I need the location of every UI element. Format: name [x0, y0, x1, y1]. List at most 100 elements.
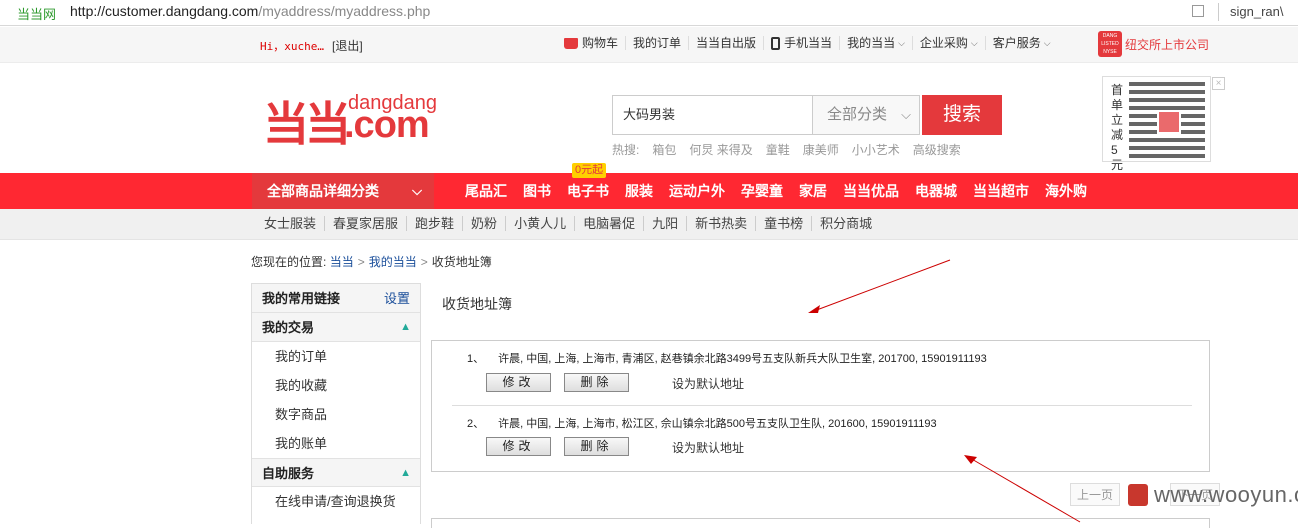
sub-nav-item[interactable]: 跑步鞋 [407, 216, 464, 231]
phone-icon [771, 36, 781, 50]
sub-nav-item[interactable]: 电脑暑促 [575, 216, 645, 231]
close-icon[interactable]: × [1212, 77, 1225, 90]
hot-item[interactable]: 箱包 [652, 141, 676, 158]
nyse-link[interactable]: 纽交所上市公司 [1125, 36, 1209, 53]
cart-link[interactable]: 购物车 [557, 36, 627, 50]
browser-url-bar: 当当网 http://customer.dangdang.com/myaddre… [0, 0, 1298, 26]
nav-item[interactable]: 电器城 [907, 181, 965, 201]
sub-nav-item[interactable]: 女士服装 [256, 216, 326, 231]
nav-item[interactable]: 服装 [617, 181, 661, 201]
cart-icon [564, 37, 578, 49]
delete-button[interactable]: 删除 [564, 437, 629, 456]
page-title: 收货地址簿 [442, 296, 512, 312]
address-detail: 许晨, 中国, 上海, 上海市, 青浦区, 赵巷镇余北路3499号五支队新兵大队… [498, 353, 987, 365]
edit-button[interactable]: 修改 [486, 373, 551, 392]
sub-nav-item[interactable]: 积分商城 [812, 216, 880, 231]
nav-item[interactable]: 当当优品 [835, 181, 907, 201]
nav-item[interactable]: 当当超市 [965, 181, 1037, 201]
logout-link[interactable]: [退出] [332, 37, 363, 54]
nav-item[interactable]: 海外购 [1037, 181, 1095, 201]
top-links: 购物车 我的订单 当当自出版 手机当当 我的当当 ⌵ 企业采购 ⌵ 客户服务 ⌵ [557, 36, 1058, 50]
delete-button[interactable]: 删除 [564, 373, 629, 392]
enterprise-menu[interactable]: 企业采购 ⌵ [913, 36, 986, 50]
chevron-down-icon: ⌵ [970, 38, 978, 48]
address-item: 2、 许晨, 中国, 上海, 上海市, 松江区, 佘山镇佘北路500号五支队卫生队… [432, 405, 1211, 469]
watermark: www.wooyun.org [1128, 482, 1298, 508]
settings-link[interactable]: 设置 [384, 284, 410, 313]
category-label: 全部分类 [827, 106, 888, 123]
all-categories-menu[interactable]: 全部商品详细分类 ⌵ [252, 173, 434, 209]
site-name: 当当网 [17, 7, 57, 22]
hot-item[interactable]: 何炅 来得及 [689, 141, 752, 158]
address-list: 1、 许晨, 中国, 上海, 上海市, 青浦区, 赵巷镇余北路3499号五支队新兵… [431, 340, 1210, 472]
my-orders-link[interactable]: 我的订单 [626, 36, 690, 50]
logo-mark[interactable]: 当当 [263, 88, 351, 154]
sub-nav-item[interactable]: 春夏家居服 [325, 216, 408, 231]
sidebar-section-title: 自助服务 [262, 466, 315, 481]
all-categories-label: 全部商品详细分类 [267, 183, 379, 199]
my-dangdang-label: 我的当当 [847, 36, 896, 50]
cart-label: 购物车 [582, 36, 619, 50]
hot-item[interactable]: 童鞋 [766, 141, 790, 158]
sidebar-item[interactable]: 我的账单 [252, 429, 420, 458]
top-bar: Hi，xuche… [退出] 购物车 我的订单 当当自出版 手机当当 我的当当 ⌵… [0, 27, 1298, 63]
hot-searches: 热搜: 箱包 何炅 来得及 童鞋 康美师 小小艺术 高级搜索 [612, 141, 961, 158]
nav-item[interactable]: 孕婴童 [733, 181, 791, 201]
sidebar-item[interactable]: 我的订单 [252, 342, 420, 371]
my-orders-label: 我的订单 [633, 36, 682, 50]
category-select[interactable]: 全部分类 ⌵ [812, 95, 920, 135]
nav-item[interactable]: 运动户外 [661, 181, 733, 201]
sidebar-section-header[interactable]: 我的交易 ▲ [252, 313, 420, 342]
chevron-up-icon[interactable]: ▲ [400, 313, 411, 342]
self-publish-link[interactable]: 当当自出版 [689, 36, 765, 50]
mobile-label: 手机当当 [784, 36, 833, 50]
sidebar-section-title: 我的交易 [262, 320, 315, 335]
sidebar-item[interactable]: 数字商品 [252, 400, 420, 429]
search-input[interactable]: 大码男装 [612, 95, 812, 135]
hot-item[interactable]: 小小艺术 [852, 141, 900, 158]
app-qr-promo[interactable]: 首单立减5元 [1102, 76, 1211, 172]
watermark-text: www.wooyun.org [1154, 482, 1298, 507]
user-greeting: Hi，xuche… [260, 40, 324, 53]
divider [1218, 3, 1219, 21]
mobile-link[interactable]: 手机当当 [764, 36, 841, 50]
set-default-link[interactable]: 设为默认地址 [672, 439, 744, 456]
chevron-down-icon: ⌵ [898, 38, 905, 48]
address-item: 1、 许晨, 中国, 上海, 上海市, 青浦区, 赵巷镇余北路3499号五支队新兵… [432, 341, 1211, 405]
nav-item[interactable]: 电子书 [559, 181, 617, 201]
breadcrumb: 您现在的位置: 当当 > 我的当当 > 收货地址簿 [251, 253, 492, 270]
browser-user[interactable]: sign_ran\ [1230, 4, 1283, 19]
sidebar-section-header[interactable]: 自助服务 ▲ [252, 458, 420, 487]
address-field[interactable]: http://customer.dangdang.com/myaddress/m… [70, 3, 430, 19]
sub-nav-item[interactable]: 童书榜 [756, 216, 813, 231]
search-button[interactable]: 搜索 [922, 95, 1002, 135]
nav-item[interactable]: 家居 [791, 181, 835, 201]
breadcrumb-link[interactable]: 当当 [330, 255, 354, 269]
annotation-arrow [808, 259, 951, 313]
customer-service-menu[interactable]: 客户服务 ⌵ [986, 36, 1058, 50]
sub-nav-item[interactable]: 小黄人儿 [506, 216, 576, 231]
address-text: 2、 许晨, 中国, 上海, 上海市, 松江区, 佘山镇佘北路500号五支队卫生队… [467, 415, 937, 431]
sidebar-item[interactable]: 在线申请/查询退换货 [252, 487, 420, 516]
breadcrumb-link[interactable]: 我的当当 [369, 255, 417, 269]
search-bar: 大码男装 全部分类 ⌵ 搜索 [612, 95, 1002, 135]
chevron-down-icon: ⌵ [412, 183, 422, 198]
my-dangdang-menu[interactable]: 我的当当 ⌵ [840, 36, 913, 50]
edit-button[interactable]: 修改 [486, 437, 551, 456]
nav-item[interactable]: 图书 [515, 181, 559, 201]
chevron-up-icon[interactable]: ▲ [400, 459, 411, 488]
self-publish-label: 当当自出版 [696, 36, 757, 50]
annotation-arrow [964, 455, 1081, 523]
qr-code-icon[interactable] [1192, 5, 1204, 17]
sub-nav-item[interactable]: 奶粉 [463, 216, 507, 231]
hot-item[interactable]: 康美师 [803, 141, 839, 158]
sub-nav-items: 女士服装 春夏家居服 跑步鞋 奶粉 小黄人儿 电脑暑促 九阳 新书热卖 童书榜 … [256, 216, 880, 231]
nav-item[interactable]: 尾品汇 [457, 181, 515, 201]
advanced-search-link[interactable]: 高级搜索 [913, 141, 961, 158]
set-default-link[interactable]: 设为默认地址 [672, 375, 744, 392]
sub-nav-item[interactable]: 新书热卖 [687, 216, 757, 231]
sub-nav-item[interactable]: 九阳 [644, 216, 688, 231]
sidebar-item[interactable]: 我的收藏 [252, 371, 420, 400]
qr-code-image [1129, 82, 1205, 158]
breadcrumb-current: 收货地址簿 [431, 255, 492, 269]
